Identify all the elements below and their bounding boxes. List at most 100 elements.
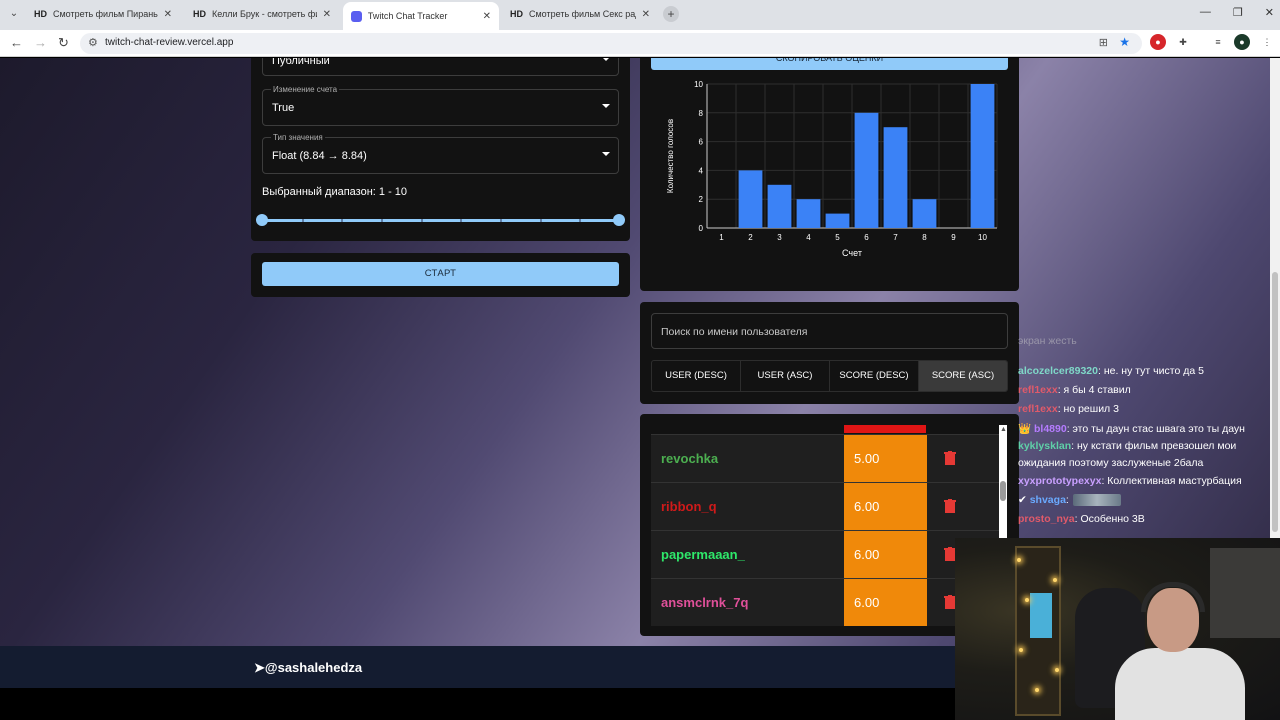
site-info-icon[interactable]: ⚙ <box>88 36 98 49</box>
vote-username[interactable]: revochka <box>661 451 718 466</box>
window-controls: — ❐ ✕ <box>1200 6 1274 19</box>
sort-user-asc-button[interactable]: USER (ASC) <box>741 361 830 391</box>
close-icon[interactable]: ✕ <box>323 9 331 20</box>
forward-icon[interactable]: → <box>34 35 47 50</box>
sort-score-desc-button[interactable]: SCORE (DESC) <box>830 361 919 391</box>
y-axis-label: Количество голосов <box>666 119 675 193</box>
chat-message: ✔ shvaga: <box>1018 494 1121 507</box>
chat-text: : ну кстати фильм превзошел мои <box>1071 440 1237 452</box>
back-icon[interactable]: ← <box>10 35 23 50</box>
adblock-extension-icon[interactable]: ● <box>1150 34 1166 50</box>
score-change-label: Изменение счета <box>271 85 340 94</box>
chat-text: : но решил 3 <box>1057 403 1119 415</box>
tab-4-title: Смотреть фильм Секс ради выживания <box>529 9 636 19</box>
slider-tick <box>420 219 423 222</box>
reload-icon[interactable]: ↻ <box>58 35 69 51</box>
chat-username: prosto_nya <box>1018 513 1075 525</box>
close-icon[interactable]: ✕ <box>483 11 491 22</box>
vote-username[interactable]: ansmclrnk_7q <box>661 595 748 610</box>
score-change-value: True <box>272 102 295 114</box>
chat-username: xyxprototypexyx <box>1018 475 1102 487</box>
x-tick-label: 7 <box>893 233 898 242</box>
chat-text: : это ты даун стас швага это ты даун <box>1066 423 1245 435</box>
slider-tick <box>539 219 542 222</box>
chat-username: refl1exx <box>1018 403 1058 415</box>
chat-message: prosto_nya: Особенно 3В <box>1018 513 1145 525</box>
menu-dots-icon[interactable]: ⋮ <box>1259 34 1275 50</box>
address-bar: ← → ↻ ⚙ twitch-chat-review.vercel.app ⊞ … <box>0 30 1280 57</box>
reading-list-icon[interactable]: ≡ <box>1210 34 1226 50</box>
dropdown-arrow-icon <box>602 104 610 108</box>
list-header-bar <box>844 425 926 433</box>
copy-scores-button[interactable]: СКОПИРОВАТЬ ОЦЕНКИ <box>651 58 1008 70</box>
y-tick-label: 2 <box>699 195 704 204</box>
x-tick-label: 10 <box>978 233 987 242</box>
score-histogram: 02468101 2 3 4 5 6 7 8 9 10СчетКоличество голосов <box>666 80 998 258</box>
username-search-input[interactable]: Поиск по имени пользователя <box>651 313 1008 349</box>
extensions-puzzle-icon[interactable]: ✚ <box>1175 34 1191 50</box>
x-tick-label: 2 <box>748 233 753 242</box>
y-tick-label: 8 <box>699 109 704 118</box>
x-tick-label: 8 <box>922 233 927 242</box>
delete-icon[interactable] <box>944 451 956 465</box>
slider-tick <box>341 219 344 222</box>
tab-2-title: Келли Брук - смотреть фильмы <box>212 9 317 19</box>
profile-avatar[interactable]: ● <box>1234 34 1250 50</box>
chat-text: экран жесть <box>1018 335 1077 347</box>
restore-icon[interactable]: ❐ <box>1233 6 1243 19</box>
x-axis-label: Счет <box>842 248 862 258</box>
tab-1-favicon: HD <box>34 9 47 19</box>
close-window-icon[interactable]: ✕ <box>1265 6 1274 19</box>
slider-min-handle[interactable] <box>256 214 268 226</box>
delete-icon[interactable] <box>944 499 956 513</box>
start-button[interactable]: СТАРТ <box>262 262 619 286</box>
background-cabinet <box>1210 548 1280 638</box>
bar <box>796 199 821 228</box>
vote-score: 5.00 <box>844 435 927 482</box>
bookmark-star-icon[interactable]: ★ <box>1119 35 1130 49</box>
y-tick-label: 0 <box>699 224 704 233</box>
slider-tick <box>579 219 582 222</box>
telegram-link[interactable]: ➤@sashalehedza <box>254 660 362 676</box>
fairy-light <box>1019 648 1023 652</box>
close-icon[interactable]: ✕ <box>164 9 172 20</box>
chat-message: refl1exx: я бы 4 ставил <box>1018 384 1131 396</box>
slider-max-handle[interactable] <box>613 214 625 226</box>
tab-4[interactable]: HD Смотреть фильм Секс ради выживания ✕ <box>502 4 658 24</box>
chat-username: bl4890 <box>1034 423 1067 435</box>
page-scrollbar-thumb[interactable] <box>1272 272 1278 532</box>
vote-score: 6.00 <box>844 579 927 626</box>
new-tab-button[interactable]: + <box>663 6 679 22</box>
minimize-icon[interactable]: — <box>1200 6 1211 19</box>
range-slider-track[interactable] <box>262 219 619 222</box>
value-type-select[interactable]: Тип значения Float (8.84 → 8.84) <box>262 133 619 174</box>
chat-text: : не. ну тут чисто да 5 <box>1097 365 1204 377</box>
visibility-select[interactable]: Публичный <box>262 58 619 76</box>
sort-user-desc-button[interactable]: USER (DESC) <box>652 361 741 391</box>
tab-strip: ⌄ HD Смотреть фильм Пираньи 3D ✕ HD Келл… <box>0 0 1280 30</box>
scroll-up-icon[interactable]: ▲ <box>1000 426 1007 433</box>
scrollbar-thumb[interactable] <box>1000 481 1006 501</box>
chat-message: refl1exx: но решил 3 <box>1018 403 1119 415</box>
fairy-light <box>1025 598 1029 602</box>
fairy-light <box>1055 668 1059 672</box>
vote-username[interactable]: papermaaan_ <box>661 547 745 562</box>
vote-username[interactable]: ribbon_q <box>661 499 717 514</box>
visibility-value: Публичный <box>272 58 330 67</box>
slider-tick <box>460 219 463 222</box>
sort-score-asc-button[interactable]: SCORE (ASC) <box>919 361 1007 391</box>
x-tick-label: 3 <box>777 233 782 242</box>
telegram-handle: @sashalehedza <box>264 660 363 675</box>
url-field[interactable]: ⚙ twitch-chat-review.vercel.app ⊞ ★ <box>80 33 1142 54</box>
tab-4-favicon: HD <box>510 9 523 19</box>
bar <box>767 184 792 228</box>
tab-1[interactable]: HD Смотреть фильм Пираньи 3D ✕ <box>26 4 180 24</box>
range-text: Выбранный диапазон: 1 - 10 <box>262 186 408 198</box>
x-tick-label: 6 <box>864 233 869 242</box>
tab-search-icon[interactable]: ⌄ <box>4 5 24 23</box>
translate-icon[interactable]: ⊞ <box>1099 36 1108 49</box>
tab-3-active[interactable]: Twitch Chat Tracker ✕ <box>343 2 499 30</box>
score-change-select[interactable]: Изменение счета True <box>262 85 619 126</box>
close-icon[interactable]: ✕ <box>642 9 650 20</box>
tab-2[interactable]: HD Келли Брук - смотреть фильмы ✕ <box>185 4 339 24</box>
